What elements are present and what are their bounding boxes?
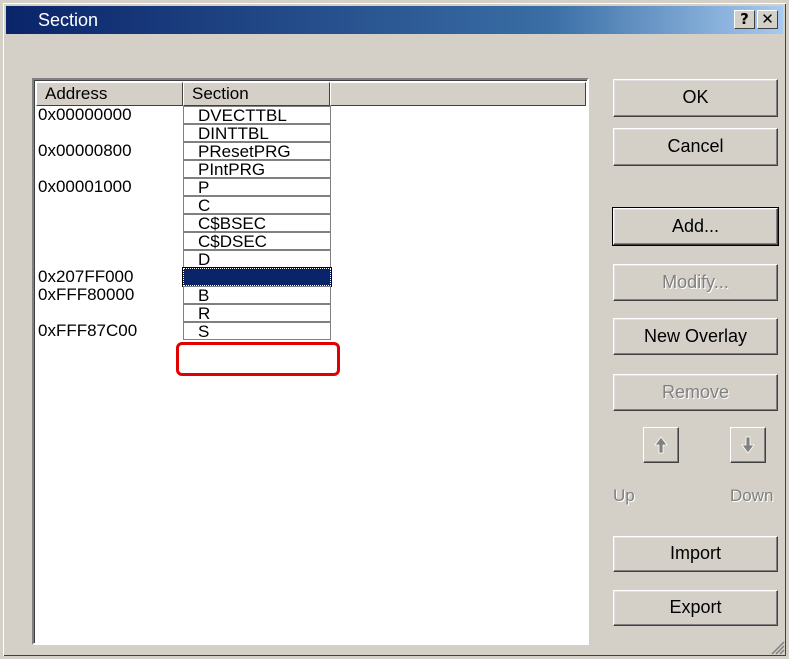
address-cell[interactable] (36, 160, 183, 178)
address-cell[interactable]: 0xFFF80000 (36, 286, 183, 304)
modify-button[interactable]: Modify... (613, 264, 778, 301)
section-cell[interactable]: C$DSEC (183, 232, 331, 250)
new-overlay-button[interactable]: New Overlay (613, 318, 778, 355)
section-cell[interactable]: PResetPRG (183, 142, 331, 160)
address-cell[interactable] (36, 214, 183, 232)
section-cell[interactable]: C$BSEC (183, 214, 331, 232)
address-cell[interactable] (36, 124, 183, 142)
address-cell[interactable] (36, 232, 183, 250)
window-title: Section (38, 10, 99, 30)
address-cell[interactable]: 0x00001000 (36, 178, 183, 196)
address-cell[interactable]: 0x00000800 (36, 142, 183, 160)
address-cell[interactable]: 0x207FF000 (36, 268, 183, 286)
import-button[interactable]: Import (613, 536, 778, 572)
address-cell[interactable] (36, 304, 183, 322)
section-cell[interactable]: PIntPRG (183, 160, 331, 178)
close-button[interactable]: ✕ (757, 10, 778, 29)
address-cell[interactable]: 0x00000000 (36, 106, 183, 124)
help-button[interactable]: ? (734, 10, 755, 29)
column-header-section[interactable]: Section (183, 82, 330, 106)
add-button[interactable]: Add... (612, 207, 779, 246)
selected-section-cell[interactable] (182, 267, 332, 287)
section-cell[interactable]: S (183, 322, 331, 340)
address-cell[interactable] (36, 250, 183, 268)
section-cell[interactable]: C (183, 196, 331, 214)
arrow-up-icon (654, 436, 668, 454)
resize-grip-icon[interactable] (769, 639, 785, 655)
section-cell[interactable]: P (183, 178, 331, 196)
column-header-empty (330, 82, 586, 106)
address-cell[interactable]: 0xFFF87C00 (36, 322, 183, 340)
ok-button[interactable]: OK (613, 79, 778, 117)
export-button[interactable]: Export (613, 590, 778, 626)
move-up-button[interactable] (643, 427, 679, 463)
section-cell[interactable]: B (183, 286, 331, 304)
address-cell[interactable] (36, 196, 183, 214)
column-header-address[interactable]: Address (36, 82, 183, 106)
arrow-down-icon (741, 436, 755, 454)
remove-button[interactable]: Remove (613, 374, 778, 411)
section-cell[interactable]: DVECTTBL (183, 106, 331, 124)
title-bar[interactable]: Section ? ✕ (6, 6, 783, 34)
section-cell[interactable]: D (183, 250, 331, 268)
down-label: Down (730, 486, 774, 505)
highlight-annotation (176, 342, 340, 376)
cancel-button[interactable]: Cancel (613, 128, 778, 166)
up-label: Up (613, 486, 635, 505)
move-down-button[interactable] (730, 427, 766, 463)
section-cell[interactable]: R (183, 304, 331, 322)
section-cell[interactable]: DINTTBL (183, 124, 331, 142)
